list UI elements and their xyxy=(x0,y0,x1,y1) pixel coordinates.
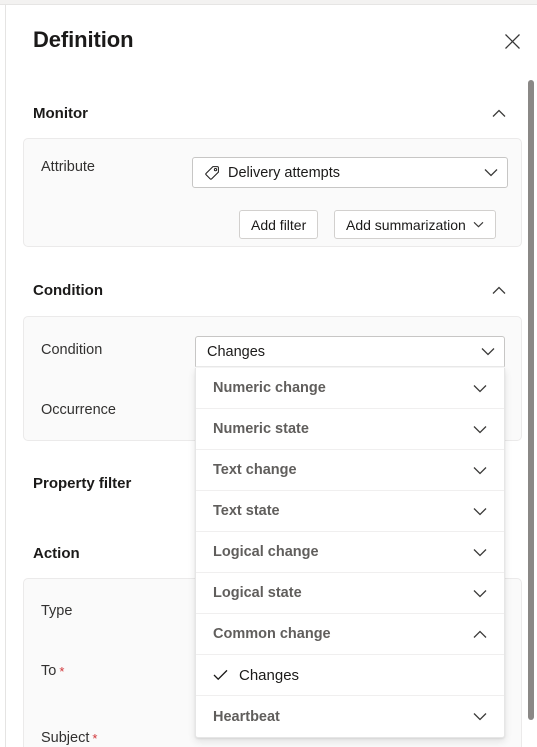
subject-label-row: Subject * xyxy=(41,730,97,746)
dropdown-group-label: Text state xyxy=(213,503,280,519)
chevron-down-icon xyxy=(471,543,489,561)
condition-label-row: Condition xyxy=(41,342,102,358)
chevron-down-icon xyxy=(483,168,499,177)
subject-label: Subject xyxy=(41,730,90,746)
required-marker: * xyxy=(59,663,65,679)
chevron-up-icon xyxy=(471,625,489,643)
chevron-down-icon xyxy=(480,347,496,356)
dropdown-group-label: Heartbeat xyxy=(213,708,280,725)
chevron-down-icon xyxy=(471,420,489,438)
required-marker: * xyxy=(92,730,98,746)
page-title: Definition xyxy=(33,27,134,52)
condition-dropdown-list: Numeric change Numeric state Text change xyxy=(195,368,505,738)
chevron-down-icon xyxy=(471,708,489,726)
dropdown-group-numeric-state[interactable]: Numeric state xyxy=(196,409,504,450)
panel-header: Definition xyxy=(6,5,537,75)
add-filter-button[interactable]: Add filter xyxy=(239,210,319,239)
attribute-label-row: Attribute xyxy=(41,159,95,175)
attribute-combobox[interactable]: Delivery attempts xyxy=(192,157,508,188)
condition-label: Condition xyxy=(41,342,103,358)
dropdown-group-logical-change[interactable]: Logical change xyxy=(196,532,504,573)
section-title-monitor: Monitor xyxy=(33,104,88,122)
attribute-value: Delivery attempts xyxy=(228,164,341,181)
chevron-down-icon xyxy=(471,584,489,602)
to-label-row: To * xyxy=(41,663,64,679)
check-icon xyxy=(213,669,235,681)
close-icon[interactable] xyxy=(496,25,528,57)
add-filter-label: Add filter xyxy=(251,216,307,233)
vertical-scrollbar-thumb[interactable] xyxy=(528,80,534,720)
add-summarization-button[interactable]: Add summarization xyxy=(334,210,496,239)
chevron-down-icon xyxy=(471,461,489,479)
dropdown-group-label: Common change xyxy=(213,626,331,642)
type-label: Type xyxy=(41,603,73,619)
dropdown-group-logical-state[interactable]: Logical state xyxy=(196,573,504,614)
dropdown-group-common-change[interactable]: Common change xyxy=(196,614,504,655)
section-title-property-filter: Property filter xyxy=(33,474,132,492)
type-label-row: Type xyxy=(41,603,72,619)
dropdown-option-label: Changes xyxy=(239,666,300,684)
dropdown-group-label: Logical state xyxy=(213,585,302,601)
chevron-down-icon xyxy=(471,502,489,520)
condition-combobox[interactable]: Changes xyxy=(195,336,505,367)
section-header-condition[interactable]: Condition xyxy=(33,272,511,308)
condition-value: Changes xyxy=(207,343,266,360)
chevron-up-icon xyxy=(487,278,511,302)
tag-icon xyxy=(204,165,220,181)
chevron-down-icon xyxy=(473,221,484,228)
dropdown-group-heartbeat[interactable]: Heartbeat xyxy=(196,696,504,737)
dropdown-group-numeric-change[interactable]: Numeric change xyxy=(196,368,504,409)
occurrence-label-row: Occurrence xyxy=(41,402,116,418)
dropdown-option-changes[interactable]: Changes xyxy=(196,655,504,696)
dropdown-group-label: Numeric state xyxy=(213,421,309,437)
chevron-up-icon xyxy=(487,101,511,125)
to-label: To xyxy=(41,663,57,679)
occurrence-label: Occurrence xyxy=(41,402,116,418)
section-title-condition: Condition xyxy=(33,281,103,299)
definition-panel: Definition Monitor Attribute Delivery at… xyxy=(5,5,537,747)
section-header-monitor[interactable]: Monitor xyxy=(33,95,511,131)
dropdown-group-label: Logical change xyxy=(213,544,319,560)
dropdown-group-text-change[interactable]: Text change xyxy=(196,450,504,491)
dropdown-group-label: Numeric change xyxy=(213,380,326,396)
dropdown-group-text-state[interactable]: Text state xyxy=(196,491,504,532)
chevron-down-icon xyxy=(471,379,489,397)
add-summarization-label: Add summarization xyxy=(346,216,466,233)
section-title-action: Action xyxy=(33,544,80,562)
attribute-label: Attribute xyxy=(41,159,95,175)
dropdown-group-label: Text change xyxy=(213,462,297,478)
